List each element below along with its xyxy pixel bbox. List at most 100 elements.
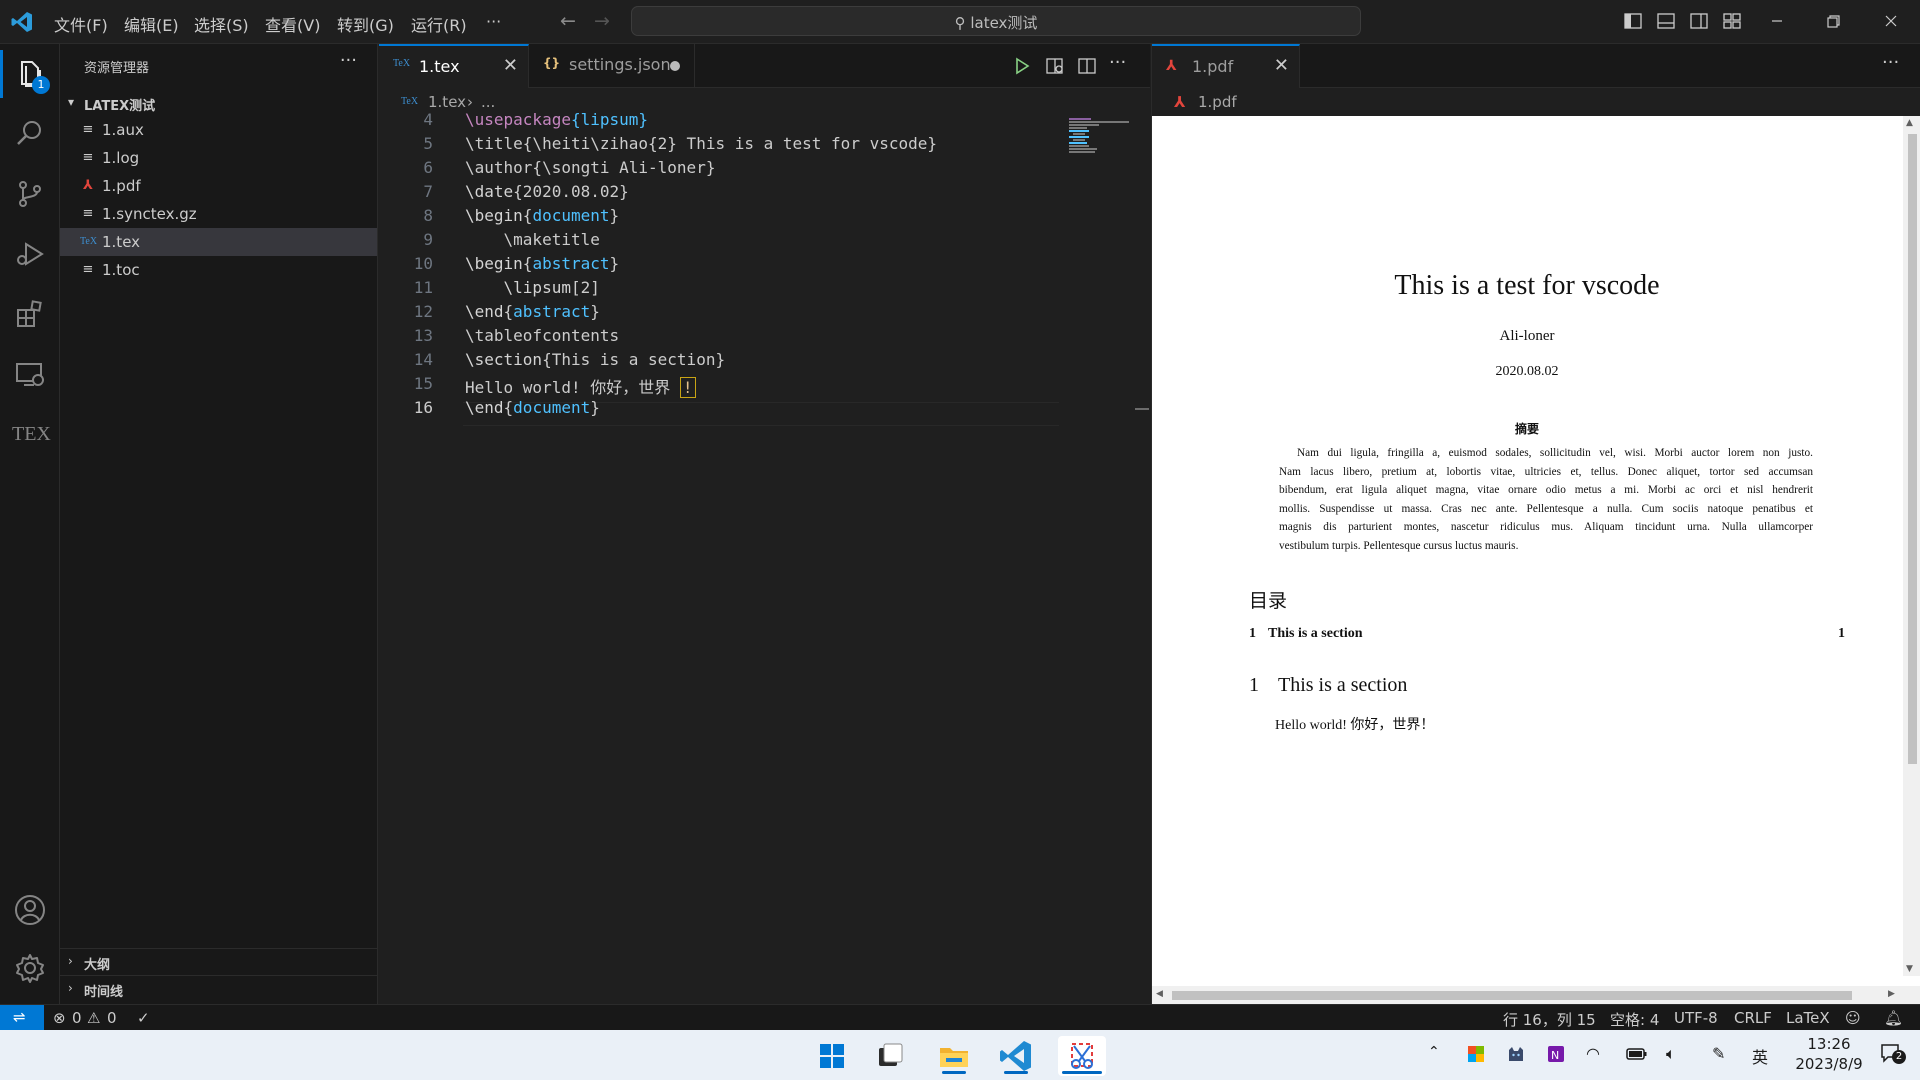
pdf-horizontal-scrollbar[interactable]: ◀ ▶: [1152, 986, 1920, 1004]
tex-button[interactable]: TEX: [12, 416, 51, 452]
remote-explorer-button[interactable]: [12, 356, 48, 392]
cursor-position[interactable]: 行 16，列 15: [1503, 1009, 1596, 1030]
menu-more[interactable]: ···: [486, 12, 501, 31]
command-center-search[interactable]: ⚲ latex测试: [631, 6, 1361, 36]
cat-tray-icon[interactable]: [1506, 1044, 1526, 1064]
scrollbar-thumb[interactable]: [1135, 408, 1149, 410]
notification-center-button[interactable]: 2: [1880, 1042, 1906, 1066]
encoding[interactable]: UTF-8: [1674, 1009, 1718, 1027]
folder-icon: [940, 1048, 968, 1067]
indentation[interactable]: 空格: 4: [1610, 1009, 1659, 1030]
source-control-button[interactable]: [12, 176, 48, 212]
back-arrow-icon[interactable]: ←: [560, 10, 576, 32]
tab-1-pdf[interactable]: ⅄ 1.pdf ✕: [1152, 44, 1300, 88]
tab-1-tex[interactable]: TeX 1.tex ✕: [379, 44, 529, 88]
accounts-button[interactable]: [12, 892, 48, 928]
editor-scrollbar[interactable]: [1135, 114, 1149, 1004]
settings-button[interactable]: [12, 950, 48, 986]
code-line: 5 \title{\heiti\zihao{2} This is a test …: [379, 132, 1059, 156]
vscode-logo-icon[interactable]: [10, 10, 34, 34]
file-item-1-log[interactable]: ≡ 1.log: [60, 144, 377, 172]
language-mode[interactable]: LaTeX: [1786, 1009, 1830, 1027]
menu-edit[interactable]: 编辑(E): [124, 12, 179, 36]
pdf-toc-entry[interactable]: This is a section: [1268, 626, 1363, 642]
close-icon[interactable]: ✕: [1274, 55, 1289, 76]
ime-indicator[interactable]: 英: [1752, 1044, 1768, 1068]
token-brace: }: [609, 254, 620, 273]
onenote-icon[interactable]: N: [1546, 1044, 1566, 1064]
timeline-panel-header[interactable]: › 时间线: [60, 975, 377, 1002]
open-preview-icon[interactable]: [1045, 56, 1065, 76]
error-count[interactable]: 0: [72, 1009, 82, 1027]
check-icon[interactable]: ✓: [137, 1009, 150, 1027]
scrollbar-thumb[interactable]: [1908, 134, 1917, 764]
pdf-abstract-heading: 摘要: [1514, 422, 1539, 436]
menu-selection[interactable]: 选择(S): [194, 12, 249, 36]
run-debug-button[interactable]: [12, 236, 48, 272]
pen-icon[interactable]: ✎: [1712, 1044, 1725, 1063]
file-item-1-pdf[interactable]: ⅄ 1.pdf: [60, 172, 377, 200]
remote-indicator[interactable]: ⇌: [0, 1005, 44, 1031]
file-item-1-synctex[interactable]: ≡ 1.synctex.gz: [60, 200, 377, 228]
forward-arrow-icon[interactable]: →: [594, 10, 610, 32]
outline-panel-header[interactable]: › 大纲: [60, 948, 377, 975]
close-window-icon[interactable]: [1880, 10, 1902, 32]
scrollbar-thumb[interactable]: [1172, 991, 1852, 1000]
editor-more-actions-icon[interactable]: ···: [1882, 52, 1899, 73]
breadcrumb-file[interactable]: 1.pdf: [1198, 93, 1237, 111]
toggle-secondary-sidebar-icon[interactable]: [1688, 10, 1710, 32]
split-editor-icon[interactable]: [1077, 56, 1097, 76]
menu-run[interactable]: 运行(R): [411, 12, 467, 36]
token-brace: {: [522, 254, 533, 273]
code-line: 8 \begin{document}: [379, 204, 1059, 228]
file-explorer-app[interactable]: [934, 1036, 974, 1076]
wifi-icon[interactable]: ◠: [1586, 1044, 1600, 1063]
vscode-app[interactable]: [996, 1036, 1036, 1076]
battery-icon[interactable]: [1626, 1046, 1648, 1062]
customize-layout-icon[interactable]: [1721, 10, 1743, 32]
explorer-button[interactable]: 1: [0, 50, 50, 98]
pdf-viewer[interactable]: This is a test for vscode Ali-loner 2020…: [1152, 116, 1920, 1004]
line-source: \begin{document}: [465, 206, 619, 225]
close-icon[interactable]: ✕: [503, 55, 518, 76]
start-button[interactable]: [812, 1036, 852, 1076]
editor-more-actions-icon[interactable]: ···: [1109, 52, 1126, 73]
scroll-up-arrow-icon[interactable]: ▲: [1906, 118, 1913, 128]
file-item-1-aux[interactable]: ≡ 1.aux: [60, 116, 377, 144]
extensions-button[interactable]: [12, 296, 48, 332]
minimize-icon[interactable]: [1766, 10, 1788, 32]
minimap[interactable]: [1069, 116, 1139, 156]
scroll-left-arrow-icon[interactable]: ◀: [1156, 989, 1163, 999]
workspace-folder[interactable]: ▾ LATEX测试: [60, 92, 377, 116]
menu-go[interactable]: 转到(G): [337, 12, 394, 36]
feedback-icon[interactable]: ☺: [1845, 1009, 1861, 1027]
scroll-down-arrow-icon[interactable]: ▼: [1906, 964, 1913, 974]
menu-file[interactable]: 文件(F): [54, 12, 108, 36]
file-item-1-tex[interactable]: TeX 1.tex: [60, 228, 377, 256]
tab-settings-json[interactable]: {} settings.json: [529, 44, 695, 88]
line-endings[interactable]: CRLF: [1734, 1009, 1772, 1027]
unsaved-dot-icon[interactable]: [670, 61, 680, 71]
volume-icon[interactable]: 🔈︎: [1666, 1044, 1676, 1064]
menu-view[interactable]: 查看(V): [265, 12, 320, 36]
toggle-primary-sidebar-icon[interactable]: [1622, 10, 1644, 32]
sidebar-more-button[interactable]: ···: [340, 50, 357, 71]
outline-label: 大纲: [84, 958, 111, 973]
color-app-tray-icon[interactable]: [1466, 1044, 1486, 1064]
notification-count-badge: 2: [1892, 1050, 1906, 1064]
restore-icon[interactable]: [1822, 10, 1844, 32]
pdf-vertical-scrollbar[interactable]: ▲ ▼: [1903, 116, 1920, 976]
toggle-panel-icon[interactable]: [1655, 10, 1677, 32]
file-lines-icon: ≡: [82, 262, 94, 277]
code-editor[interactable]: 4 \usepackage{lipsum} 5 \title{\heiti\zi…: [379, 110, 1059, 1004]
system-clock[interactable]: 13:26 2023/8/9: [1784, 1034, 1874, 1074]
bell-icon[interactable]: 🔔︎: [1884, 1009, 1903, 1027]
show-hidden-icons-chevron-icon[interactable]: ⌃: [1428, 1044, 1440, 1060]
warning-count[interactable]: 0: [107, 1009, 117, 1027]
search-button[interactable]: [12, 116, 48, 152]
task-view-button[interactable]: [870, 1036, 910, 1076]
scroll-right-arrow-icon[interactable]: ▶: [1888, 989, 1895, 999]
run-icon[interactable]: [1012, 56, 1032, 76]
file-item-1-toc[interactable]: ≡ 1.toc: [60, 256, 377, 284]
snipping-tool-app[interactable]: [1058, 1036, 1106, 1076]
